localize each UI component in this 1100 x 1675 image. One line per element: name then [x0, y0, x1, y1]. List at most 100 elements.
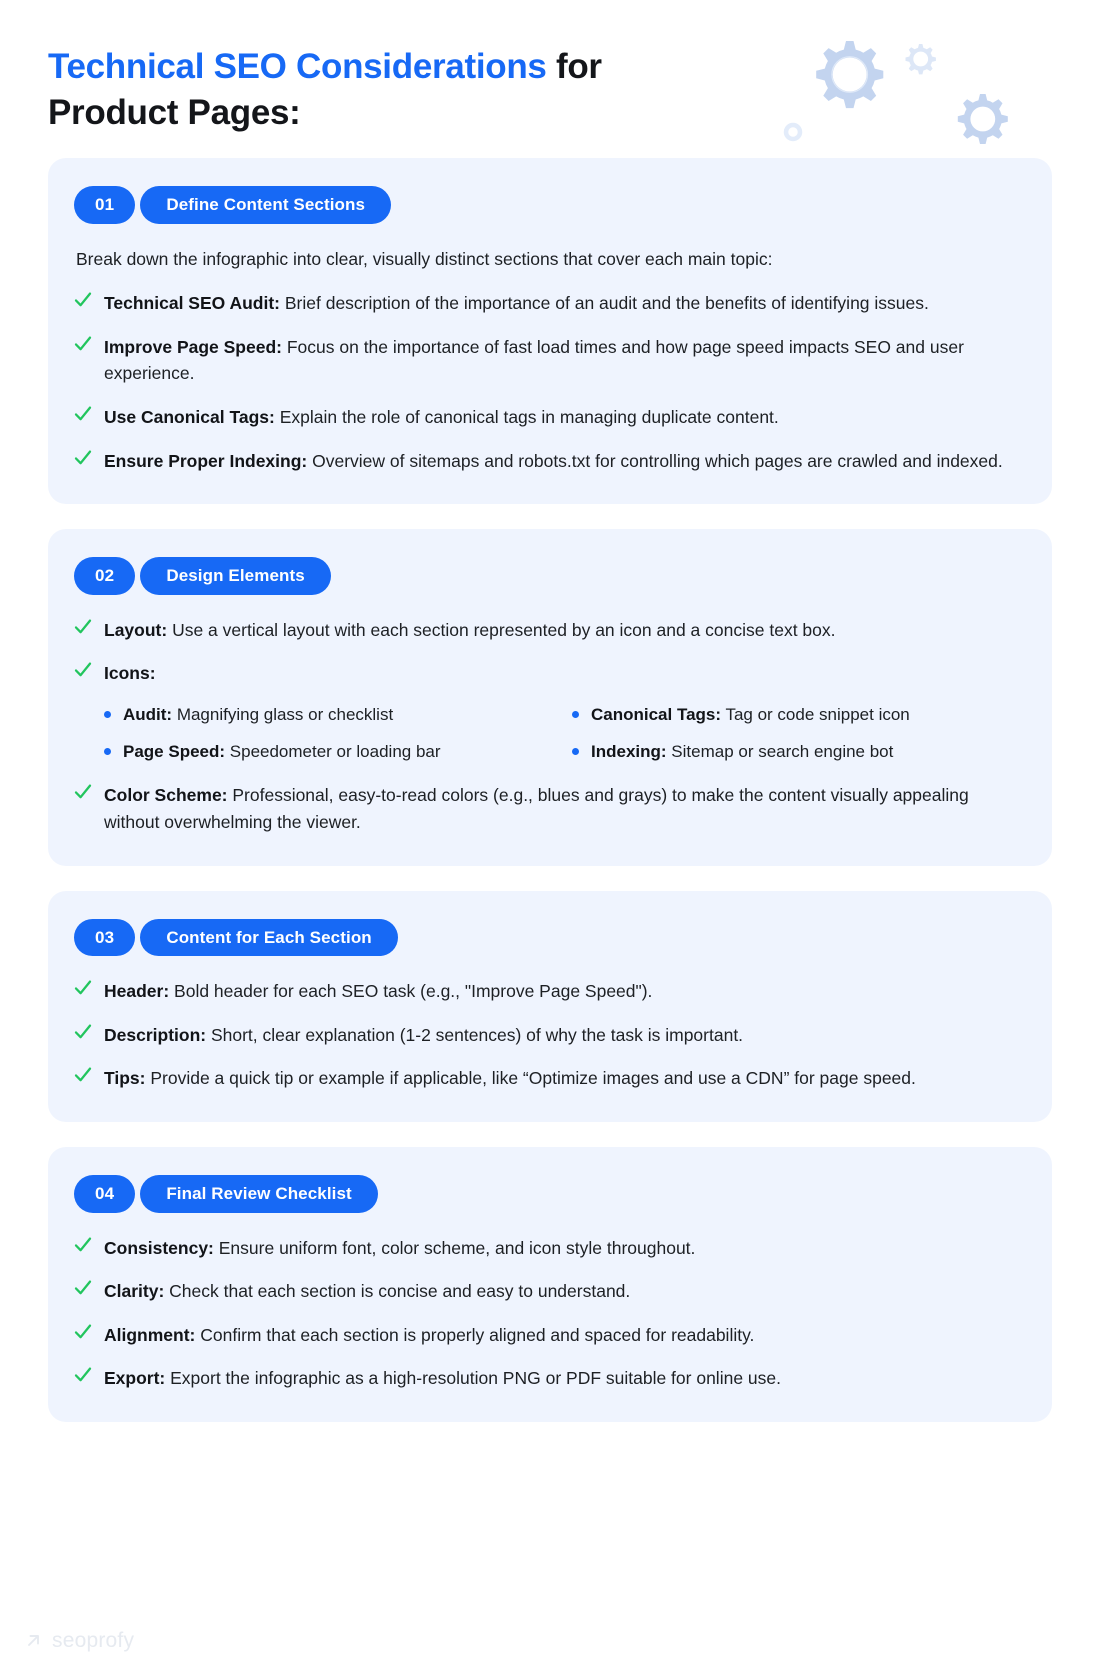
list-item-lead: Clarity: [104, 1281, 165, 1302]
section-number-badge-02: 02 [74, 557, 136, 595]
bullet-dot-icon [104, 710, 111, 718]
page-title: Technical SEO Considerations for Product… [48, 44, 748, 136]
gears-icon [766, 24, 1016, 154]
checklist-03: Header: Bold header for each SEO task (e… [74, 978, 1026, 1092]
check-icon [74, 449, 92, 467]
list-item-text: Ensure uniform font, color scheme, and i… [213, 1237, 696, 1258]
list-item-lead: Consistency: [104, 1237, 214, 1258]
list-item: Clarity: Check that each section is conc… [74, 1278, 1026, 1305]
list-item: Ensure Proper Indexing: Overview of site… [74, 448, 1026, 475]
list-item-text: Overview of sitemaps and robots.txt for … [307, 450, 1003, 471]
section-label-badge-03: Content for Each Section [140, 918, 398, 957]
list-item-lead: Layout: [104, 619, 168, 640]
section-badge-row-01: 01 Define Content Sections [74, 186, 1026, 224]
list-item-text: Sitemap or search engine bot [666, 741, 894, 761]
section-card-04: 04 Final Review Checklist Consistency: E… [48, 1146, 1052, 1422]
list-item-lead: Use Canonical Tags: [104, 406, 275, 427]
list-item-lead: Indexing: [591, 741, 667, 761]
list-item: Audit: Magnifying glass or checklist [104, 703, 558, 727]
list-item: Technical SEO Audit: Brief description o… [74, 290, 1026, 317]
list-item: Tips: Provide a quick tip or example if … [74, 1065, 1026, 1092]
list-item-lead: Ensure Proper Indexing: [104, 450, 308, 471]
check-icon [74, 979, 92, 997]
list-item-lead: Export: [104, 1368, 166, 1389]
list-item: Page Speed: Speedometer or loading bar [104, 740, 558, 764]
list-item: Icons: [74, 660, 1026, 687]
section-label-badge-04: Final Review Checklist [140, 1174, 378, 1213]
section-label-badge-01: Define Content Sections [140, 186, 392, 224]
list-item-text: Professional, easy-to-read colors (e.g.,… [104, 785, 969, 833]
check-icon [74, 783, 92, 801]
section-badge-row-03: 03 Content for Each Section [74, 918, 1026, 957]
list-item-text: Brief description of the importance of a… [280, 293, 929, 314]
list-item: Header: Bold header for each SEO task (e… [74, 978, 1026, 1005]
infographic-page: Technical SEO Considerations for Product… [0, 0, 1100, 1675]
list-item-text: Export the infographic as a high-resolut… [165, 1368, 781, 1389]
list-item: Consistency: Ensure uniform font, color … [74, 1235, 1026, 1262]
page-title-rest: for [546, 47, 602, 86]
list-item: Canonical Tags: Tag or code snippet icon [572, 703, 1026, 727]
section-card-01: 01 Define Content Sections Break down th… [48, 158, 1052, 505]
check-icon [74, 1323, 92, 1341]
list-item: Alignment: Confirm that each section is … [74, 1322, 1026, 1349]
list-item-lead: Canonical Tags: [591, 704, 722, 724]
bullet-dot-icon [572, 710, 579, 718]
checklist-04: Consistency: Ensure uniform font, color … [74, 1235, 1026, 1392]
arrow-up-right-icon [24, 1631, 44, 1651]
check-icon [74, 1279, 92, 1297]
list-item-lead: Improve Page Speed: [104, 336, 282, 357]
list-item-lead: Color Scheme: [104, 785, 228, 806]
section-number-badge-04: 04 [74, 1174, 136, 1213]
check-icon [74, 618, 92, 636]
list-item-text: Confirm that each section is properly al… [195, 1324, 755, 1345]
page-title-line2: Product Pages: [48, 93, 301, 133]
list-item-text: Short, clear explanation (1-2 sentences)… [206, 1024, 744, 1045]
check-icon [74, 335, 92, 353]
list-item-text: Provide a quick tip or example if applic… [145, 1068, 916, 1089]
list-item-text: Speedometer or loading bar [225, 741, 441, 761]
section-card-02: 02 Design Elements Layout: Use a vertica… [48, 529, 1052, 866]
list-item-text: Explain the role of canonical tags in ma… [274, 406, 779, 427]
list-item: Indexing: Sitemap or search engine bot [572, 740, 1026, 764]
section-label-badge-02: Design Elements [140, 557, 331, 595]
list-item: Color Scheme: Professional, easy-to-read… [74, 782, 1026, 835]
list-item: Layout: Use a vertical layout with each … [74, 617, 1026, 644]
checklist-01: Technical SEO Audit: Brief description o… [74, 290, 1026, 474]
checklist-02-tail: Color Scheme: Professional, easy-to-read… [74, 782, 1026, 835]
list-item-lead: Tips: [104, 1068, 146, 1089]
section-card-03: 03 Content for Each Section Header: Bold… [48, 890, 1052, 1122]
list-item: Use Canonical Tags: Explain the role of … [74, 404, 1026, 431]
section-intro-01: Break down the infographic into clear, v… [76, 248, 773, 269]
list-item-lead: Page Speed: [123, 741, 226, 761]
icons-sub-list: Audit: Magnifying glass or checklist Can… [74, 703, 1026, 764]
list-item-text: Use a vertical layout with each section … [167, 619, 836, 640]
footer-brand: seoprofy [24, 1629, 134, 1653]
section-number-badge-03: 03 [74, 918, 136, 957]
section-badge-row-04: 04 Final Review Checklist [74, 1174, 1026, 1213]
brand-name: seoprofy [52, 1629, 135, 1652]
check-icon [74, 1366, 92, 1384]
checklist-02: Layout: Use a vertical layout with each … [74, 617, 1026, 687]
check-icon [74, 1023, 92, 1041]
list-item: Export: Export the infographic as a high… [74, 1365, 1026, 1392]
section-number-badge-01: 01 [74, 186, 136, 224]
check-icon [74, 1236, 92, 1254]
list-item-text: Tag or code snippet icon [721, 704, 910, 724]
list-item-lead: Description: [104, 1024, 207, 1045]
bullet-dot-icon [572, 747, 579, 755]
bullet-dot-icon [104, 747, 111, 755]
list-item-lead: Header: [104, 981, 170, 1002]
list-item-lead: Audit: [123, 704, 173, 724]
check-icon [74, 661, 92, 679]
list-item: Description: Short, clear explanation (1… [74, 1022, 1026, 1049]
check-icon [74, 291, 92, 309]
list-item-lead: Alignment: [104, 1324, 196, 1345]
list-item: Improve Page Speed: Focus on the importa… [74, 334, 1026, 387]
section-badge-row-02: 02 Design Elements [74, 557, 1026, 595]
list-item-text: Check that each section is concise and e… [164, 1281, 631, 1302]
check-icon [74, 405, 92, 423]
page-title-accent: Technical SEO Considerations [48, 47, 547, 86]
list-item-text: Magnifying glass or checklist [172, 704, 394, 724]
check-icon [74, 1066, 92, 1084]
list-item-lead: Icons: [104, 663, 156, 684]
